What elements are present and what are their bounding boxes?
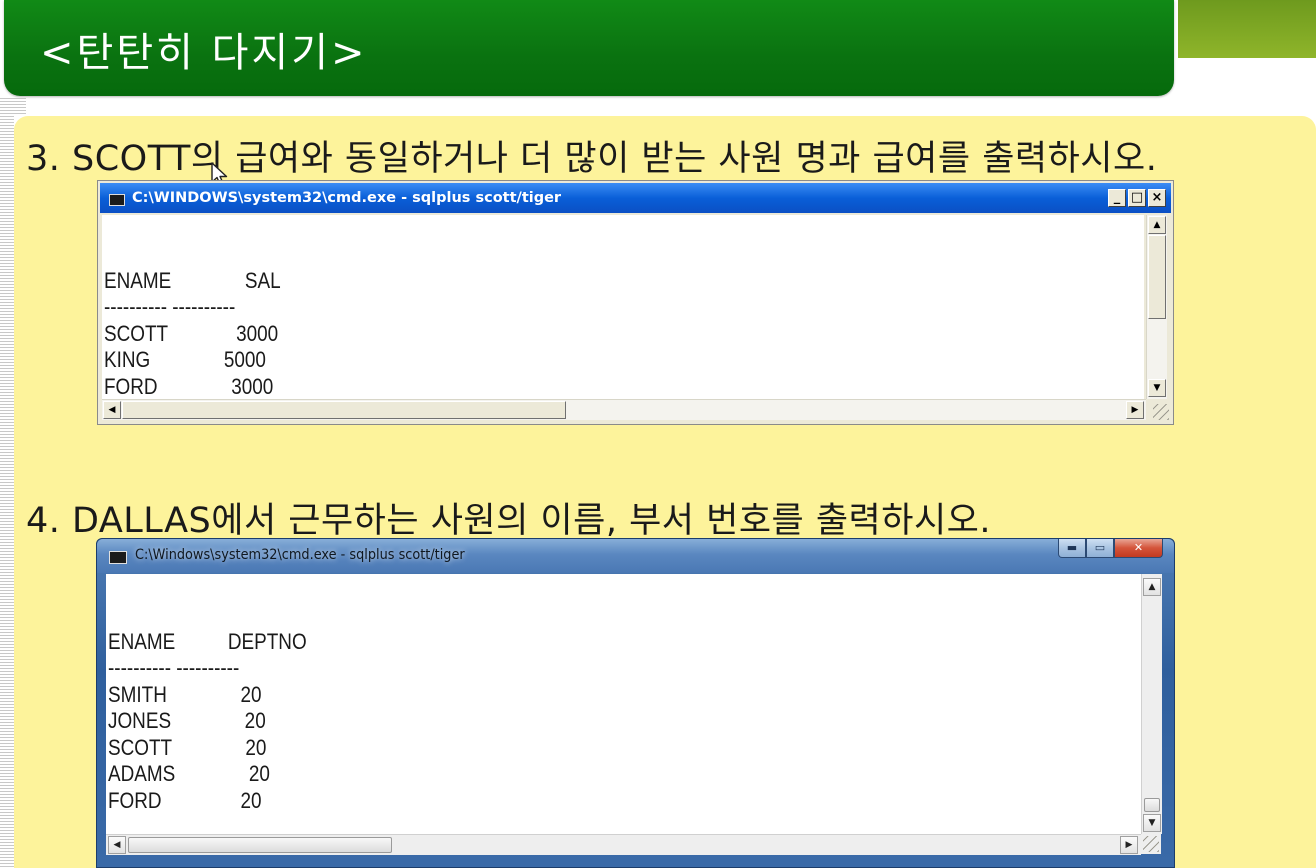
slide-title: <탄탄히 다지기> (40, 30, 368, 76)
console-output: ENAME SAL ---------- ---------- SCOTT 30… (104, 267, 281, 399)
resize-grip-icon[interactable] (1141, 834, 1161, 854)
maximize-button[interactable]: □ (1128, 189, 1146, 207)
console-output: ENAME DEPTNO ---------- ---------- SMITH… (108, 628, 307, 813)
cmd-icon[interactable] (109, 194, 125, 206)
maximize-button[interactable]: ▭ (1086, 539, 1114, 558)
vertical-scroll-thumb[interactable] (1148, 235, 1166, 319)
horizontal-scrollbar[interactable]: ◀ ▶ (106, 834, 1141, 855)
cmd-window-2[interactable]: C:\Windows\system32\cmd.exe - sqlplus sc… (96, 538, 1175, 868)
cmd-window-1-title: C:\WINDOWS\system32\cmd.exe - sqlplus sc… (132, 190, 562, 206)
scroll-down-arrow-icon[interactable]: ▼ (1143, 814, 1161, 832)
scroll-right-arrow-icon[interactable]: ▶ (1120, 836, 1138, 854)
vertical-scrollbar[interactable]: ▲ ▼ (1146, 215, 1167, 399)
question-4: 4. DALLAS에서 근무하는 사원의 이름, 부서 번호를 출력하시오. (26, 501, 991, 541)
scroll-left-arrow-icon[interactable]: ◀ (103, 401, 121, 419)
scroll-left-arrow-icon[interactable]: ◀ (108, 836, 126, 854)
horizontal-scroll-thumb[interactable] (128, 837, 392, 853)
slide-edge-decoration-top (0, 98, 26, 114)
question-3: 3. SCOTT의 급여와 동일하거나 더 많이 받는 사원 명과 급여를 출력… (26, 139, 1158, 179)
resize-grip-icon[interactable] (1153, 404, 1169, 420)
horizontal-scroll-thumb[interactable] (122, 401, 566, 419)
scroll-down-arrow-icon[interactable]: ▼ (1148, 379, 1166, 397)
cmd-window-2-title: C:\Windows\system32\cmd.exe - sqlplus sc… (135, 547, 465, 563)
close-button[interactable]: ✕ (1114, 539, 1163, 558)
cmd-window-2-titlebar[interactable]: C:\Windows\system32\cmd.exe - sqlplus sc… (97, 539, 1174, 573)
scroll-right-arrow-icon[interactable]: ▶ (1126, 401, 1144, 419)
slide-title-banner: <탄탄히 다지기> (4, 0, 1174, 96)
scroll-up-arrow-icon[interactable]: ▲ (1148, 216, 1166, 234)
cmd-window-2-console[interactable]: ENAME DEPTNO ---------- ---------- SMITH… (106, 574, 1141, 834)
cmd-window-1-console[interactable]: ENAME SAL ---------- ---------- SCOTT 30… (102, 215, 1144, 399)
vertical-scrollbar[interactable]: ▲ ▼ (1141, 574, 1162, 834)
cmd-icon[interactable] (109, 551, 127, 564)
close-button[interactable]: × (1148, 189, 1166, 207)
vertical-scroll-thumb[interactable] (1144, 798, 1160, 812)
banner-accent (1178, 0, 1316, 58)
horizontal-scrollbar[interactable]: ◀ ▶ (102, 399, 1146, 420)
minimize-button[interactable]: ▬ (1058, 539, 1086, 558)
cmd-window-1[interactable]: C:\WINDOWS\system32\cmd.exe - sqlplus sc… (97, 180, 1174, 425)
minimize-button[interactable]: _ (1108, 189, 1126, 207)
scroll-up-arrow-icon[interactable]: ▲ (1143, 578, 1161, 596)
slide-edge-decoration (0, 98, 14, 868)
cmd-window-1-titlebar[interactable]: C:\WINDOWS\system32\cmd.exe - sqlplus sc… (100, 183, 1171, 213)
